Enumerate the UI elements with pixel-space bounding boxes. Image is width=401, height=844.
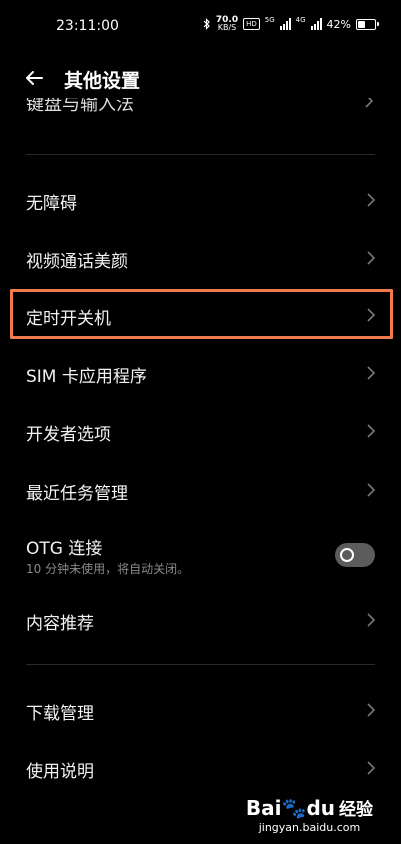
settings-item-label: 下载管理	[26, 704, 94, 724]
watermark-url: jingyan.baidu.com	[258, 821, 361, 834]
settings-item-scheduled-power[interactable]: 定时开关机	[0, 286, 401, 344]
settings-item-label: 使用说明	[26, 762, 94, 782]
page-title: 其他设置	[64, 70, 141, 92]
chevron-right-icon	[367, 613, 376, 627]
baidu-logo-cn: 经验	[339, 800, 373, 820]
settings-item-downloads[interactable]: 下载管理	[0, 681, 401, 739]
settings-item-content-recommend[interactable]: 内容推荐	[0, 591, 401, 649]
settings-item-otg: OTG 连接 10 分钟未使用，将自动关闭。	[0, 524, 401, 590]
battery-icon	[356, 18, 379, 30]
settings-item-label: 定时开关机	[26, 309, 111, 329]
network-speed: 70.0 KB/S	[216, 16, 238, 32]
section-divider	[26, 154, 375, 155]
baidu-logo-du: du	[306, 796, 335, 820]
chevron-right-icon	[367, 761, 376, 775]
chevron-right-icon	[367, 251, 376, 265]
bluetooth-icon	[203, 18, 210, 30]
chevron-right-icon	[367, 193, 376, 207]
status-bar: 23:11:00 70.0 KB/S HD 5G 4G 42%	[0, 0, 401, 52]
signal-strength-icon	[279, 18, 291, 30]
network-speed-unit: KB/S	[217, 23, 237, 32]
settings-item-label: 内容推荐	[26, 614, 94, 634]
settings-item-label: 最近任务管理	[26, 484, 128, 504]
chevron-right-icon	[367, 366, 376, 380]
app-header: 其他设置	[0, 58, 401, 98]
battery-percent: 42%	[326, 17, 351, 31]
baidu-watermark: Bai🐾du 经验 jingyan.baidu.com	[246, 795, 373, 834]
section-divider	[26, 664, 375, 665]
settings-item-label: SIM 卡应用程序	[26, 367, 147, 387]
chevron-right-icon	[367, 308, 376, 322]
toggle-knob	[340, 548, 354, 562]
settings-item-developer-options[interactable]: 开发者选项	[0, 402, 401, 460]
status-time: 23:11:00	[56, 18, 119, 34]
chevron-right-icon	[367, 483, 376, 497]
baidu-logo: Bai🐾du 经验	[246, 795, 373, 820]
chevron-right-icon	[365, 98, 374, 108]
settings-item-label: OTG 连接	[26, 539, 103, 559]
settings-item-subtitle: 10 分钟未使用，将自动关闭。	[26, 562, 190, 576]
chevron-right-icon	[367, 703, 376, 717]
settings-item-label: 开发者选项	[26, 425, 111, 445]
settings-item-accessibility[interactable]: 无障碍	[0, 171, 401, 229]
settings-item-label: 无障碍	[26, 194, 77, 214]
settings-item-sim-apps[interactable]: SIM 卡应用程序	[0, 344, 401, 402]
chevron-right-icon	[367, 424, 376, 438]
otg-toggle[interactable]	[335, 543, 375, 567]
hd-voice-icon: HD	[243, 18, 260, 30]
signal-strength-icon-2	[310, 18, 322, 30]
paw-icon: 🐾	[281, 796, 307, 820]
settings-item-user-guide[interactable]: 使用说明	[0, 739, 401, 797]
settings-item-keyboard[interactable]: 键盘与输入法	[0, 98, 401, 120]
back-arrow-icon[interactable]	[22, 66, 46, 90]
status-icons: 70.0 KB/S HD 5G 4G 42%	[203, 16, 379, 32]
baidu-logo-bai: Bai	[245, 796, 282, 820]
settings-item-video-beauty[interactable]: 视频通话美颜	[0, 229, 401, 287]
sim2-network-label: 4G	[295, 16, 306, 24]
settings-item-label: 视频通话美颜	[26, 252, 128, 272]
settings-item-label: 键盘与输入法	[26, 98, 134, 115]
sim1-network-label: 5G	[264, 16, 275, 24]
settings-item-recent-tasks[interactable]: 最近任务管理	[0, 461, 401, 519]
